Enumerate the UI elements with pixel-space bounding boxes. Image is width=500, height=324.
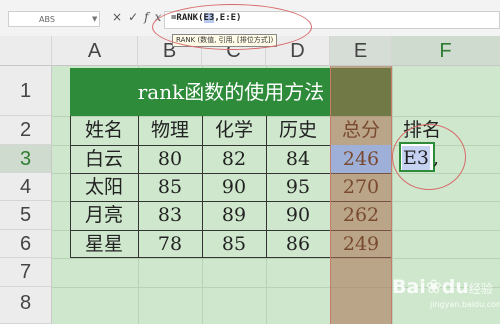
watermark-logo: Bai❀du经验: [392, 276, 493, 298]
enter-icon[interactable]: ✓: [128, 10, 144, 24]
row-header-6[interactable]: 6: [0, 230, 52, 258]
watermark-brand: Bai: [392, 276, 426, 298]
cell-physics[interactable]: 80: [138, 145, 202, 174]
paw-icon: ❀: [425, 276, 442, 298]
sheet-title[interactable]: rank函数的使用方法: [70, 68, 392, 116]
cell-total[interactable]: 246: [330, 145, 392, 174]
row-header-2[interactable]: 2: [0, 116, 52, 145]
cell-total[interactable]: 262: [330, 201, 392, 230]
cell-physics[interactable]: 83: [138, 201, 202, 230]
cell-chemistry[interactable]: 82: [202, 145, 266, 174]
col-header-f[interactable]: F: [392, 36, 500, 66]
cell-total[interactable]: 249: [330, 230, 392, 259]
watermark-brand-mid: du: [441, 276, 469, 298]
cell-name[interactable]: 星星: [70, 230, 138, 259]
header-name[interactable]: 姓名: [70, 116, 138, 145]
select-all-corner[interactable]: [0, 36, 52, 66]
watermark-suffix: 经验: [468, 282, 493, 296]
cell-history[interactable]: 90: [266, 201, 330, 230]
cell-total[interactable]: 270: [330, 173, 392, 202]
row-header-3[interactable]: 3: [0, 145, 52, 173]
cell-physics[interactable]: 85: [138, 173, 202, 202]
header-total[interactable]: 总分: [330, 116, 392, 145]
cell-physics[interactable]: 78: [138, 230, 202, 259]
cell-history[interactable]: 84: [266, 145, 330, 174]
cell-history[interactable]: 86: [266, 230, 330, 259]
row-header-8[interactable]: 8: [0, 287, 52, 324]
col-header-a[interactable]: A: [52, 36, 138, 66]
cell-chemistry[interactable]: 85: [202, 230, 266, 259]
header-history[interactable]: 历史: [266, 116, 330, 145]
annotation-circle-f3: [392, 124, 466, 190]
header-physics[interactable]: 物理: [138, 116, 202, 145]
cell-name[interactable]: 白云: [70, 145, 138, 174]
cell-history[interactable]: 95: [266, 173, 330, 202]
watermark-url: jingyan.baidu.com: [430, 300, 500, 309]
row-header-4[interactable]: 4: [0, 173, 52, 201]
col-header-e[interactable]: E: [330, 36, 392, 66]
row-header-7[interactable]: 7: [0, 258, 52, 287]
name-box[interactable]: ABS: [8, 11, 100, 27]
cell-name[interactable]: 太阳: [70, 173, 138, 202]
row-header-5[interactable]: 5: [0, 201, 52, 230]
name-box-dropdown-icon[interactable]: ▼: [92, 15, 97, 23]
cell-chemistry[interactable]: 89: [202, 201, 266, 230]
cancel-icon[interactable]: ×: [112, 10, 128, 24]
row-header-1[interactable]: 1: [0, 66, 52, 116]
cell-chemistry[interactable]: 90: [202, 173, 266, 202]
header-chemistry[interactable]: 化学: [202, 116, 266, 145]
cell-name[interactable]: 月亮: [70, 201, 138, 230]
annotation-circle-formula: [152, 4, 312, 50]
